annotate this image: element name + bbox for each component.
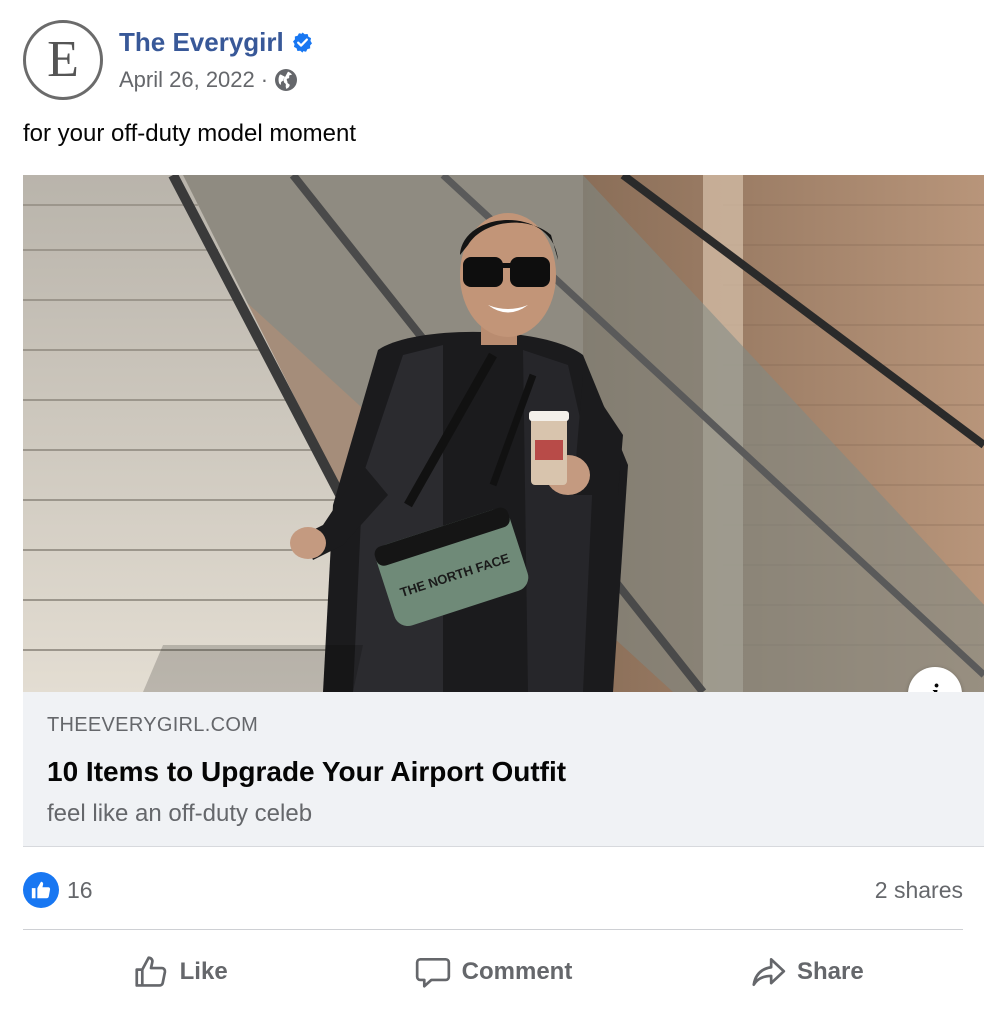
outfit-photo: THE NORTH FACE [23,175,984,692]
page-avatar[interactable]: E [23,20,103,100]
share-button[interactable]: Share [650,944,963,1000]
post-header: E The Everygirl April 26, 2022 · [23,20,314,100]
comment-label: Comment [461,958,573,985]
shares-count[interactable]: 2 shares [875,877,963,904]
thumbs-up-outline-icon [135,956,166,987]
speech-bubble-icon [415,957,450,988]
link-domain: THEEVERYGIRL.COM [47,714,259,736]
post-actions: Like Comment Share [23,944,963,1000]
post-meta: The Everygirl April 26, 2022 · [119,22,314,98]
reaction-summary[interactable]: 16 [23,872,93,908]
link-preview-card[interactable]: THE NORTH FACE i THEEVERYGIRL.COM 10 Ite… [23,175,984,847]
link-info[interactable]: THEEVERYGIRL.COM 10 Items to Upgrade You… [23,692,984,847]
page-name-link[interactable]: The Everygirl [119,27,284,58]
like-count: 16 [67,876,93,903]
like-label: Like [179,958,228,985]
post-date-row: April 26, 2022 · [119,62,314,98]
thumbs-up-icon [23,872,59,908]
like-button[interactable]: Like [23,944,336,1000]
share-label: Share [796,958,864,985]
link-description: feel like an off-duty celeb [47,800,313,827]
page-name-row: The Everygirl [119,22,314,62]
verified-badge-icon [292,31,312,53]
comment-button[interactable]: Comment [336,944,649,1000]
post-date[interactable]: April 26, 2022 [119,67,255,93]
actions-divider [23,929,963,930]
avatar-letter: E [47,31,79,88]
globe-icon[interactable] [274,68,298,92]
post-caption: for your off-duty model moment [23,120,357,147]
link-preview-image[interactable]: THE NORTH FACE [23,175,984,692]
separator-dot: · [260,67,269,92]
link-title[interactable]: 10 Items to Upgrade Your Airport Outfit [47,756,960,790]
share-arrow-icon [752,957,786,987]
reactions-bar: 16 2 shares [23,872,963,908]
